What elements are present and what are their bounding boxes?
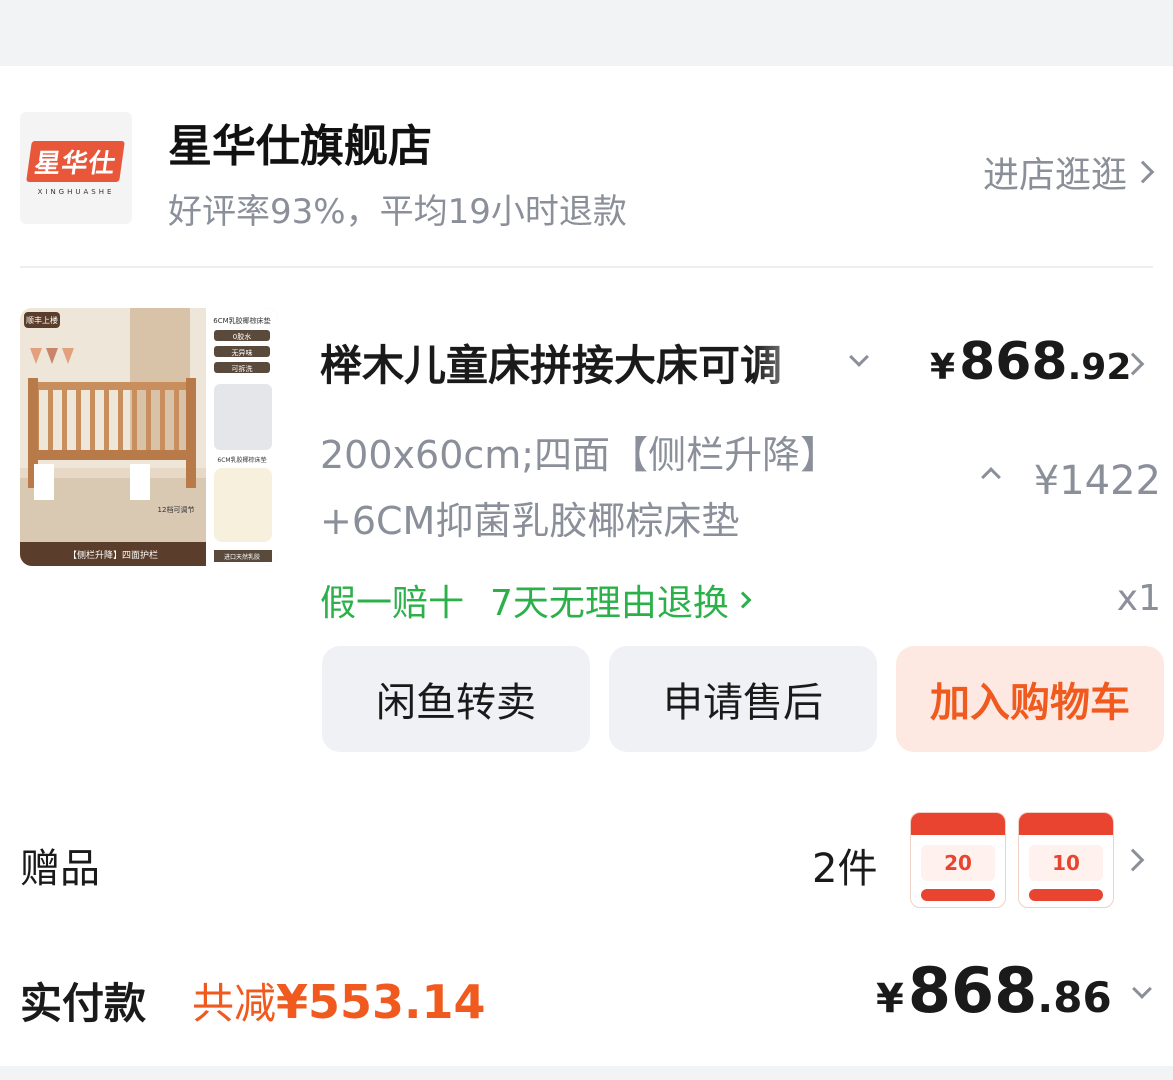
payment-total: ¥ 868 .86 bbox=[876, 954, 1112, 1027]
coupon-amount: 10 bbox=[1029, 845, 1103, 881]
price-decimal: .92 bbox=[1067, 347, 1132, 388]
coupon-header bbox=[911, 813, 1005, 835]
sku-line-2: +6CM抑菌乳胶椰棕床垫 bbox=[320, 499, 740, 543]
image-mattress-name: 6CM乳胶椰棕床垫 bbox=[217, 456, 266, 464]
divider bbox=[20, 266, 1153, 268]
coupon-bar bbox=[1029, 889, 1103, 901]
discount-value: ¥553.14 bbox=[276, 975, 486, 1029]
product-title[interactable]: 榉木儿童床拼接大床可调 bbox=[320, 332, 830, 393]
product-image[interactable]: 顺丰上楼 6CM乳胶椰棕床垫 0胶水 无异味 可拆洗 6CM乳胶椰棕床垫 12档… bbox=[20, 308, 278, 566]
shop-logo-subtext: XINGHUASHE bbox=[37, 187, 115, 196]
coupon-amount: 20 bbox=[921, 845, 995, 881]
image-feature-1: 0胶水 bbox=[233, 332, 251, 341]
shop-logo[interactable]: 星华仕 XINGHUASHE bbox=[20, 112, 132, 224]
chevron-down-icon[interactable] bbox=[849, 347, 869, 367]
add-to-cart-button[interactable]: 加入购物车 bbox=[896, 646, 1164, 752]
gift-coupon-1[interactable]: 20 bbox=[910, 812, 1006, 908]
discount-total: 共减 ¥553.14 bbox=[192, 970, 486, 1031]
price-integer: 868 bbox=[959, 332, 1068, 392]
chevron-down-icon[interactable] bbox=[1132, 979, 1152, 999]
product-sku: 200x60cm;四面【侧栏升降】 +6CM抑菌乳胶椰棕床垫 bbox=[320, 422, 920, 554]
shop-name[interactable]: 星华仕旗舰店 bbox=[168, 110, 432, 174]
coupon-bar bbox=[921, 889, 995, 901]
order-card: 星华仕 XINGHUASHE 星华仕旗舰店 好评率93%，平均19小时退款 进店… bbox=[0, 66, 1173, 1066]
image-feature-2: 无异味 bbox=[232, 348, 253, 357]
quantity: x1 bbox=[1116, 578, 1161, 619]
shop-stats: 好评率93%，平均19小时退款 bbox=[168, 192, 627, 232]
gift-label: 赠品 bbox=[20, 846, 100, 892]
chevron-right-icon bbox=[1131, 160, 1155, 184]
product-price: ¥ 868 .92 bbox=[930, 332, 1131, 392]
image-mattress-title: 6CM乳胶椰棕床垫 bbox=[213, 316, 270, 325]
total-integer: 868 bbox=[907, 954, 1038, 1027]
visit-shop-link[interactable]: 进店逛逛 bbox=[982, 146, 1155, 198]
shop-logo-text: 星华仕 bbox=[26, 140, 126, 182]
payment-label: 实付款 bbox=[20, 979, 147, 1028]
guarantee-fake-compensation: 假一赔十 bbox=[320, 583, 465, 624]
crib-illustration: 顺丰上楼 6CM乳胶椰棕床垫 0胶水 无异味 可拆洗 6CM乳胶椰棕床垫 12档… bbox=[20, 308, 278, 566]
resell-button[interactable]: 闲鱼转卖 bbox=[322, 646, 590, 752]
chevron-right-icon[interactable] bbox=[1121, 848, 1145, 872]
total-currency: ¥ bbox=[876, 976, 904, 1022]
image-height-note: 12档可调节 bbox=[158, 505, 195, 514]
sku-line-1: 200x60cm;四面【侧栏升降】 bbox=[320, 433, 839, 477]
image-latex-note: 进口天然乳胶 bbox=[224, 553, 260, 561]
chevron-up-icon[interactable] bbox=[981, 467, 1001, 487]
gift-coupon-2[interactable]: 10 bbox=[1018, 812, 1114, 908]
image-feature-3: 可拆洗 bbox=[232, 364, 253, 373]
guarantee-return-policy: 7天无理由退换 bbox=[490, 583, 729, 624]
image-bottom-banner: 【侧栏升降】四面护栏 bbox=[68, 549, 158, 561]
image-badge-text: 顺丰上楼 bbox=[26, 315, 58, 325]
after-sale-button[interactable]: 申请售后 bbox=[609, 646, 877, 752]
guarantee-row[interactable]: 假一赔十 7天无理由退换 bbox=[320, 574, 752, 626]
price-currency: ¥ bbox=[930, 347, 956, 388]
discount-prefix: 共减 bbox=[192, 979, 277, 1028]
coupon-header bbox=[1019, 813, 1113, 835]
visit-shop-label: 进店逛逛 bbox=[982, 155, 1127, 196]
total-decimal: .86 bbox=[1037, 973, 1112, 1022]
gift-count[interactable]: 2件 bbox=[812, 836, 877, 894]
original-price: ¥1422 bbox=[1033, 458, 1161, 504]
chevron-right-icon bbox=[734, 591, 752, 609]
